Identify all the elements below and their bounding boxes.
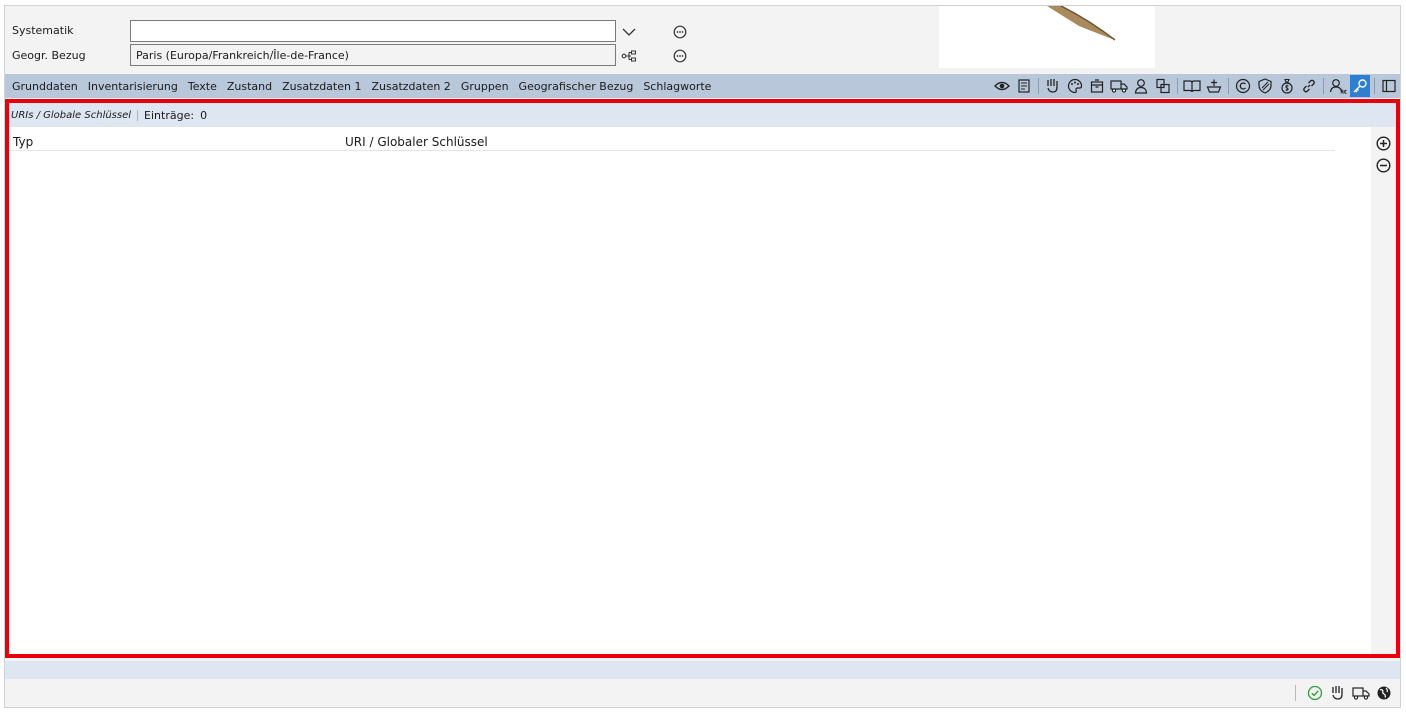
systematik-input[interactable] bbox=[130, 20, 616, 42]
column-uri[interactable]: URI / Globaler Schlüssel bbox=[345, 135, 488, 149]
panel-icon[interactable] bbox=[1379, 75, 1399, 97]
object-thumbnail[interactable] bbox=[939, 6, 1155, 68]
person-abc-icon[interactable] bbox=[1328, 75, 1348, 97]
eye-icon[interactable] bbox=[992, 75, 1012, 97]
tab-schlagworte[interactable]: Schlagworte bbox=[638, 80, 716, 93]
hand-icon[interactable] bbox=[1328, 684, 1348, 702]
status-bar bbox=[5, 679, 1400, 707]
tab-inventarisierung[interactable]: Inventarisierung bbox=[83, 80, 183, 93]
toolbar-separator bbox=[1177, 78, 1178, 94]
geo-label: Geogr. Bezug bbox=[12, 49, 86, 62]
panel-header: URIs / Globale Schlüssel Einträge: 0 bbox=[9, 103, 1396, 127]
status-separator bbox=[1295, 685, 1296, 701]
status-icons bbox=[1295, 684, 1394, 702]
chevron-down-icon[interactable] bbox=[619, 22, 639, 42]
money-bag-icon[interactable] bbox=[1277, 75, 1297, 97]
shield-icon[interactable] bbox=[1255, 75, 1275, 97]
truck-icon[interactable] bbox=[1109, 75, 1129, 97]
key-icon[interactable] bbox=[1350, 75, 1370, 97]
column-typ[interactable]: Typ bbox=[13, 135, 33, 149]
person-icon[interactable] bbox=[1131, 75, 1151, 97]
add-row-icon[interactable] bbox=[1374, 134, 1392, 152]
toolbar-separator bbox=[1228, 78, 1229, 94]
tab-grunddaten[interactable]: Grunddaten bbox=[5, 80, 83, 93]
module-toolbar bbox=[991, 74, 1400, 98]
ship-icon[interactable] bbox=[1204, 75, 1224, 97]
hand-icon[interactable] bbox=[1043, 75, 1063, 97]
globe-icon[interactable] bbox=[1374, 684, 1394, 702]
copy-icon[interactable] bbox=[1153, 75, 1173, 97]
tab-bar: Grunddaten Inventarisierung Texte Zustan… bbox=[5, 74, 1400, 98]
more-options-icon[interactable] bbox=[670, 22, 690, 42]
remove-row-icon[interactable] bbox=[1374, 156, 1392, 174]
panel-footer-strip bbox=[5, 661, 1400, 679]
book-icon[interactable] bbox=[1182, 75, 1202, 97]
toolbar-separator bbox=[1038, 78, 1039, 94]
link-icon[interactable] bbox=[1299, 75, 1319, 97]
palette-icon[interactable] bbox=[1065, 75, 1085, 97]
uri-panel: URIs / Globale Schlüssel Einträge: 0 Typ… bbox=[5, 99, 1400, 658]
entry-count-value: 0 bbox=[200, 108, 208, 122]
box-icon[interactable] bbox=[1087, 75, 1107, 97]
toolbar-separator bbox=[1323, 78, 1324, 94]
tab-zustand[interactable]: Zustand bbox=[222, 80, 277, 93]
tab-zusatzdaten-1[interactable]: Zusatzdaten 1 bbox=[277, 80, 366, 93]
tab-gruppen[interactable]: Gruppen bbox=[456, 80, 514, 93]
panel-title: URIs / Globale Schlüssel bbox=[9, 109, 139, 121]
systematik-label: Systematik bbox=[12, 24, 74, 37]
tab-texte[interactable]: Texte bbox=[183, 80, 222, 93]
document-icon[interactable] bbox=[1014, 75, 1034, 97]
row-actions bbox=[1371, 127, 1396, 654]
entry-count-label: Einträge: bbox=[144, 108, 195, 122]
hierarchy-icon[interactable] bbox=[619, 46, 639, 66]
tab-zusatzdaten-2[interactable]: Zusatzdaten 2 bbox=[366, 80, 455, 93]
record-window: Systematik Geogr. Bezug Paris (Europa/Fr… bbox=[4, 5, 1401, 708]
toolbar-separator bbox=[1374, 78, 1375, 94]
truck-icon[interactable] bbox=[1351, 684, 1371, 702]
geo-input[interactable]: Paris (Europa/Frankreich/Île-de-France) bbox=[130, 44, 616, 66]
more-options-icon[interactable] bbox=[670, 46, 690, 66]
tab-geografischer-bezug[interactable]: Geografischer Bezug bbox=[514, 80, 639, 93]
copyright-icon[interactable] bbox=[1233, 75, 1253, 97]
check-circle-icon[interactable] bbox=[1305, 684, 1325, 702]
table-header: Typ URI / Globaler Schlüssel bbox=[9, 133, 1335, 151]
